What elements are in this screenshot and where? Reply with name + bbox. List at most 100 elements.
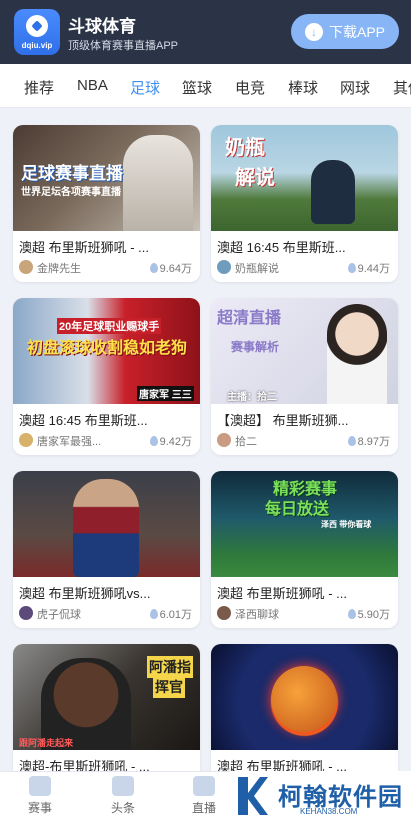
card-title: 澳超 16:45 布里斯班... [19,413,148,428]
view-count: 8.97万 [347,433,390,449]
tabbar-item-live[interactable]: 直播 [174,776,234,816]
stream-card[interactable]: 20年足球职业赐球手 初盘滚球收割稳如老狗 唐家军 三三 澳超 16:45 布里… [13,298,200,455]
view-count: 9.44万 [347,260,390,276]
stream-thumbnail: 精彩赛事 每日放送 泽西 带你看球 [211,471,398,577]
flame-icon [347,436,356,446]
author-name: 金牌先生 [37,263,81,275]
thumb-subline: 挥官 [153,676,185,698]
tabbar-item-events[interactable]: 赛事 [10,776,70,816]
view-count-value: 8.97万 [357,436,390,448]
tabbar-item-headlines[interactable]: 头条 [93,776,153,816]
thumb-subline: 赛事解析 [231,340,280,354]
avatar [217,260,231,274]
soccer-ball-icon [26,15,48,37]
watermark-site: KEHAN38.COM [300,807,358,816]
thumb-caption: 泽西 带你看球 [321,520,372,529]
view-count-value: 5.90万 [357,609,390,621]
author-name: 虎子侃球 [37,609,81,621]
download-icon: ↓ [304,22,323,41]
watermark-logo-icon [238,777,268,815]
trophy-icon [29,776,51,796]
flame-icon [149,263,158,273]
flame-icon [149,436,158,446]
card-title: 澳超 布里斯班狮吼 - ... [19,240,150,255]
play-icon [193,776,215,796]
tab-esports[interactable]: 电竞 [235,77,265,98]
stream-thumbnail: 20年足球职业赐球手 初盘滚球收割稳如老狗 唐家军 三三 [13,298,200,404]
flame-icon [347,609,356,619]
stream-thumbnail: 超清直播 赛事解析 主播：拾二 [211,298,398,404]
host-image [327,304,387,404]
thumb-subline: 世界足坛各项赛事直播 [21,187,121,198]
thumb-subline: 每日放送 [265,501,330,518]
author-name: 唐家军最强... [37,436,102,448]
stream-card[interactable]: 澳超 布里斯班狮吼vs... 虎子侃球 6.01万 [13,471,200,628]
author-name: 奶瓶解说 [235,263,279,275]
avatar [19,606,33,620]
tab-tennis[interactable]: 网球 [340,77,370,98]
stream-thumbnail: 奶瓶 解说 [211,125,398,231]
thumb-headline: 足球赛事直播 [21,164,123,183]
thumb-headline: 超清直播 [217,310,282,327]
thumb-headline: 阿潘指 [147,656,193,678]
card-title: 【澳超】 布里斯班狮... [217,413,349,428]
app-logo: dqiu.vip [14,9,60,55]
author-name: 拾二 [235,436,257,448]
avatar [217,606,231,620]
avatar [19,433,33,447]
stream-thumbnail [211,644,398,750]
tabbar-label: 直播 [191,801,216,815]
view-count-value: 6.01万 [159,609,192,621]
thumb-caption: 主播：拾二 [227,392,277,403]
stream-thumbnail: 足球赛事直播 世界足坛各项赛事直播 [13,125,200,231]
stream-thumbnail [13,471,200,577]
tab-nba[interactable]: NBA [77,77,108,94]
logo-domain: dqiu.vip [21,41,53,50]
flame-icon [149,609,158,619]
download-label: 下载APP [328,23,385,40]
view-count: 9.64万 [149,260,192,276]
player-image [311,160,355,224]
card-title: 澳超 布里斯班狮吼vs... [19,586,151,601]
stream-card[interactable]: 奶瓶 解说 澳超 16:45 布里斯班... 奶瓶解说 9.44万 [211,125,398,282]
watermark: 柯翰软件园 KEHAN38.COM [230,771,411,823]
view-count: 6.01万 [149,606,192,622]
view-count: 9.42万 [149,433,192,449]
author-name: 泽西聊球 [235,609,279,621]
view-count: 5.90万 [347,606,390,622]
stream-card[interactable]: 足球赛事直播 世界足坛各项赛事直播 澳超 布里斯班狮吼 - ... 金牌先生 9… [13,125,200,282]
basketball-image [271,666,337,732]
avatar [19,260,33,274]
thumb-headline: 20年足球职业赐球手 [57,318,162,334]
card-title: 澳超 布里斯班狮吼 - ... [217,586,348,601]
players-image [123,135,193,231]
stream-card[interactable]: 精彩赛事 每日放送 泽西 带你看球 澳超 布里斯班狮吼 - ... 泽西聊球 5… [211,471,398,628]
tabbar-label: 赛事 [27,801,52,815]
view-count-value: 9.44万 [357,263,390,275]
app-title: 斗球体育 [68,17,136,36]
tab-baseball[interactable]: 棒球 [288,77,318,98]
download-app-button[interactable]: ↓ 下载APP [291,14,399,49]
player-image [73,479,139,577]
news-icon [112,776,134,796]
tab-basketball[interactable]: 篮球 [182,77,212,98]
thumb-subline: 初盘滚球收割稳如老狗 [27,340,188,357]
tab-other[interactable]: 其他 [393,77,411,98]
stream-card[interactable]: 超清直播 赛事解析 主播：拾二 【澳超】 布里斯班狮... 拾二 8.97万 [211,298,398,455]
thumb-caption: 跟阿潘走起来 [19,738,74,748]
thumb-caption: 唐家军 三三 [137,386,194,401]
flame-icon [347,263,356,273]
app-header: dqiu.vip 斗球体育 顶级体育赛事直播APP ↓ 下载APP [0,0,411,64]
view-count-value: 9.64万 [159,263,192,275]
tab-football[interactable]: 足球 [130,77,160,98]
card-title: 澳超 16:45 布里斯班... [217,240,346,255]
view-count-value: 9.42万 [159,436,192,448]
app-subtitle: 顶级体育赛事直播APP [68,40,179,52]
avatar [217,433,231,447]
thumb-headline: 奶瓶 [225,137,265,159]
tab-recommend[interactable]: 推荐 [24,77,54,98]
tabbar-label: 头条 [110,801,135,815]
stream-thumbnail: 阿潘指 挥官 跟阿潘走起来 [13,644,200,750]
thumb-subline: 解说 [235,167,275,189]
category-nav: 推荐 NBA 足球 篮球 电竞 棒球 网球 其他 [0,64,411,108]
